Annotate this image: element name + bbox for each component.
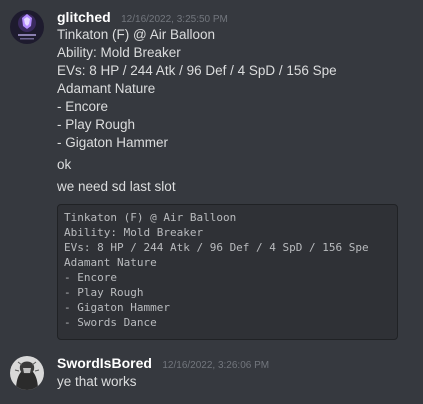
message-group-glitched: glitched 12/16/2022, 3:25:50 PM Tinkaton…: [0, 0, 423, 350]
code-line: Adamant Nature: [64, 256, 157, 269]
avatar-glitched[interactable]: [10, 10, 44, 44]
code-line: Ability: Mold Breaker: [64, 226, 204, 239]
code-line: - Play Rough: [64, 286, 144, 299]
code-line: - Swords Dance: [64, 316, 157, 329]
message-line: ye that works: [57, 374, 137, 389]
timestamp: 12/16/2022, 3:25:50 PM: [121, 14, 228, 25]
message-line: Adamant Nature: [57, 81, 156, 96]
username[interactable]: SwordIsBored: [57, 355, 152, 371]
message-header: SwordIsBored 12/16/2022, 3:26:06 PM: [57, 355, 269, 373]
code-line: Tinkaton (F) @ Air Balloon: [64, 211, 237, 224]
code-line: - Gigaton Hammer: [64, 301, 170, 314]
message-line: EVs: 8 HP / 244 Atk / 96 Def / 4 SpD / 1…: [57, 63, 337, 78]
message-followup: ok: [57, 157, 72, 172]
message-line: - Encore: [57, 99, 109, 114]
chat-message-list: glitched 12/16/2022, 3:25:50 PM Tinkaton…: [0, 0, 423, 404]
message-line: - Play Rough: [57, 117, 136, 132]
purple-emblem-avatar-icon: [10, 10, 44, 44]
timestamp: 12/16/2022, 3:26:06 PM: [162, 360, 270, 371]
code-line: EVs: 8 HP / 244 Atk / 96 Def / 4 SpD / 1…: [64, 241, 369, 254]
code-line: - Encore: [64, 271, 117, 284]
message-line: Tinkaton (F) @ Air Balloon: [57, 27, 216, 42]
code-block: Tinkaton (F) @ Air Balloon Ability: Mold…: [57, 204, 398, 340]
avatar-swordisbored[interactable]: [10, 356, 44, 390]
message-line: Ability: Mold Breaker: [57, 45, 181, 60]
username[interactable]: glitched: [57, 9, 111, 25]
message-group-swordisbored: SwordIsBored 12/16/2022, 3:26:06 PM ye t…: [0, 350, 423, 404]
message-followup: we need sd last slot: [57, 179, 176, 194]
message-header: glitched 12/16/2022, 3:25:50 PM: [57, 9, 228, 27]
sketch-portrait-avatar-icon: [10, 356, 44, 390]
message-line: - Gigaton Hammer: [57, 135, 169, 150]
